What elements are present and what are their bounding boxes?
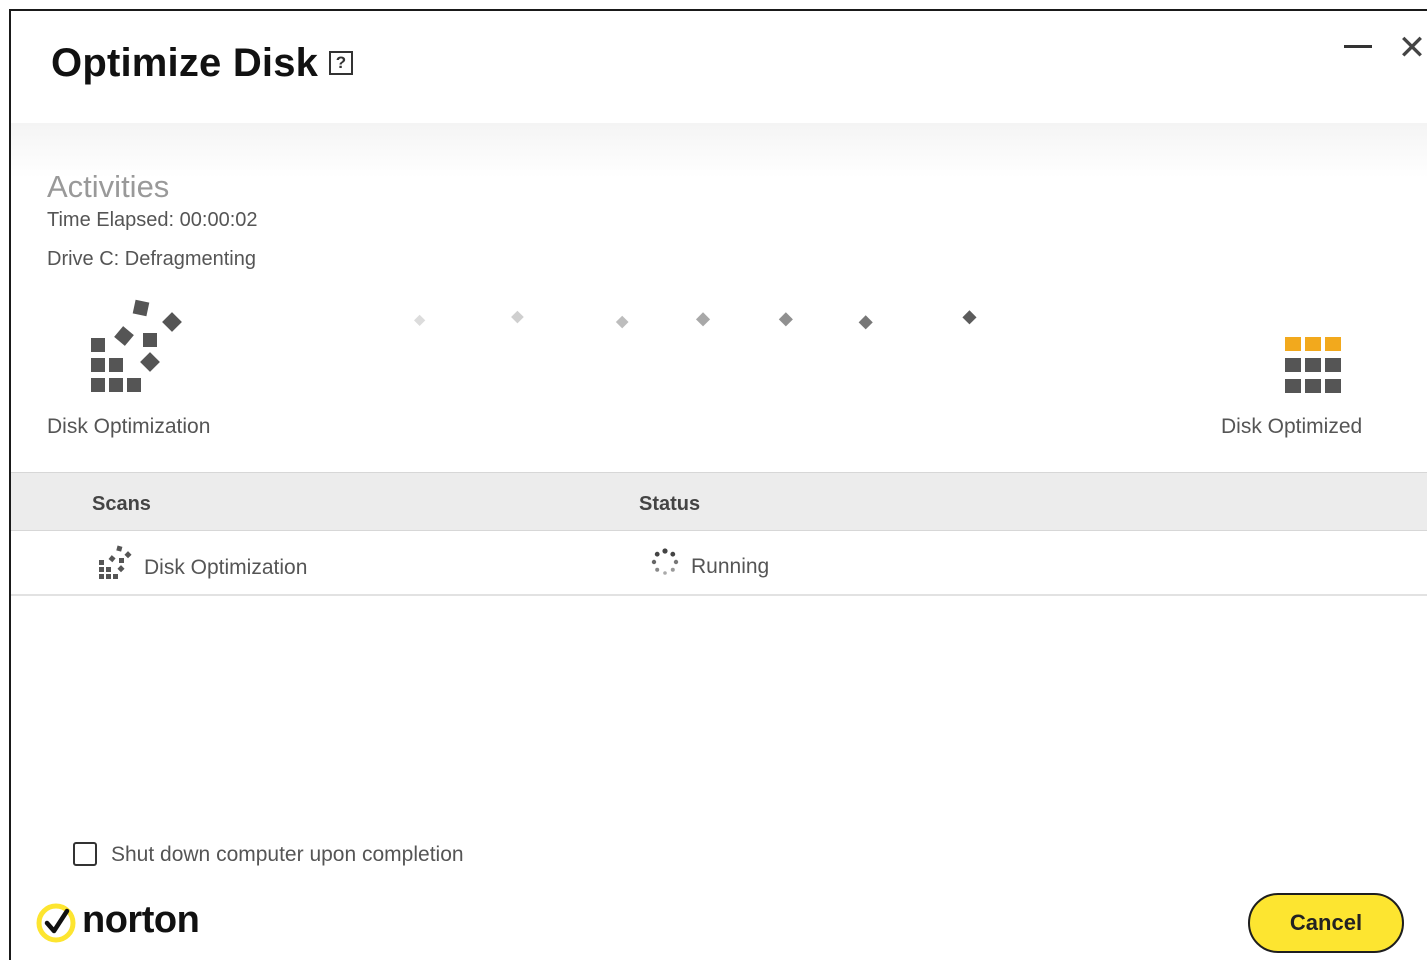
activities-heading: Activities [47,169,170,204]
time-elapsed: Time Elapsed: 00:00:02 [47,209,258,231]
column-header-status: Status [639,493,701,515]
norton-checkmark-icon [36,903,76,943]
disk-fragmented-icon [91,299,182,392]
shutdown-checkbox[interactable] [73,842,97,866]
close-button[interactable]: ✕ [1395,31,1427,65]
optimize-disk-window: Optimize Disk ? ✕ Activities Time Elapse… [9,9,1427,960]
help-icon[interactable]: ? [329,51,353,75]
spinner-icon [651,548,679,575]
window-title: Optimize Disk [51,41,319,85]
disk-optimized-label: Disk Optimized [1221,415,1363,438]
table-header: Scans Status [11,472,1427,531]
disk-optimization-label: Disk Optimization [47,415,211,438]
norton-wordmark: norton [82,899,200,941]
table-row: Disk Optimization Running [11,530,1427,596]
scan-status: Running [691,555,770,578]
drive-status: Drive C: Defragmenting [47,248,256,270]
shutdown-checkbox-label[interactable]: Shut down computer upon completion [111,843,464,867]
disk-optimized-icon [1285,337,1341,393]
cancel-button[interactable]: Cancel [1248,893,1404,953]
scan-name: Disk Optimization [144,556,308,579]
minimize-button[interactable] [1341,31,1375,61]
disk-optimization-icon [99,545,132,579]
column-header-scans: Scans [92,493,151,515]
header-band [11,123,1427,178]
